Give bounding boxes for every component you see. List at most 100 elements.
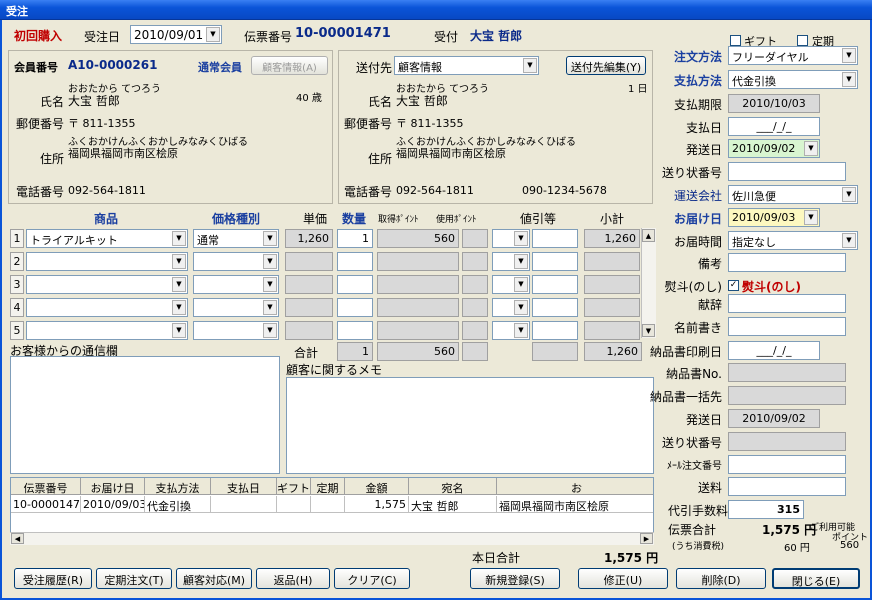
history-cell[interactable] (211, 496, 277, 513)
price-type-select[interactable]: ▼ (193, 252, 279, 271)
chevron-down-icon[interactable]: ▼ (263, 277, 277, 292)
edit-button[interactable]: 修正(U) (578, 568, 668, 589)
new-register-button[interactable]: 新規登録(S) (470, 568, 560, 589)
regular-order-button[interactable]: 定期注文(T) (96, 568, 172, 589)
chevron-down-icon[interactable]: ▼ (172, 277, 186, 292)
chevron-down-icon[interactable]: ▼ (842, 48, 856, 63)
discount-type-select[interactable]: ▼ (492, 298, 530, 317)
discount-field[interactable] (532, 275, 578, 294)
customer-info-button[interactable]: 顧客情報(A) (251, 56, 328, 75)
history-col-header[interactable]: 宛名 (409, 478, 497, 495)
payment-method-field[interactable]: 代金引換 ▼ (728, 70, 858, 89)
carrier-field[interactable]: 佐川急便 ▼ (728, 185, 858, 204)
chevron-down-icon[interactable]: ▼ (172, 231, 186, 246)
history-cell[interactable] (277, 496, 311, 513)
product-select[interactable]: ▼ (26, 321, 188, 340)
discount-type-select[interactable]: ▼ (492, 229, 530, 248)
customer-message-textarea[interactable] (10, 356, 280, 474)
qty-field[interactable] (337, 275, 373, 294)
order-method-field[interactable]: フリーダイヤル ▼ (728, 46, 858, 65)
items-scrollbar[interactable] (641, 228, 656, 338)
history-cell[interactable] (311, 496, 345, 513)
chevron-down-icon[interactable]: ▼ (842, 72, 856, 87)
history-col-header[interactable]: ギフト (277, 478, 311, 495)
clear-button[interactable]: クリア(C) (334, 568, 410, 589)
product-select[interactable]: トライアルキット ▼ (26, 229, 188, 248)
chevron-down-icon[interactable]: ▼ (514, 300, 528, 315)
discount-field[interactable] (532, 298, 578, 317)
ship-edit-button[interactable]: 送付先編集(Y) (566, 56, 646, 75)
chevron-down-icon[interactable]: ▼ (514, 254, 528, 269)
ship-date-field[interactable]: 2010/09/02 ▼ (728, 139, 820, 158)
cod-fee-field[interactable]: 315 (728, 500, 804, 519)
discount-type-select[interactable]: ▼ (492, 321, 530, 340)
gift-checkbox[interactable] (730, 35, 741, 46)
chevron-down-icon[interactable]: ▼ (263, 231, 277, 246)
customer-support-button[interactable]: 顧客対応(M) (176, 568, 252, 589)
customer-memo-textarea[interactable] (286, 377, 654, 474)
order-date-field[interactable]: 2010/09/01 ▼ (130, 25, 222, 44)
gift-words-field[interactable] (728, 294, 846, 313)
chevron-down-icon[interactable]: ▼ (804, 210, 818, 225)
price-type-select[interactable]: 通常 ▼ (193, 229, 279, 248)
discount-field[interactable] (532, 252, 578, 271)
chevron-down-icon[interactable]: ▼ (514, 231, 528, 246)
chevron-down-icon[interactable]: ▼ (263, 323, 277, 338)
noshi-checkbox[interactable]: ✓ (728, 280, 739, 291)
chevron-down-icon[interactable]: ▼ (514, 277, 528, 292)
history-cell[interactable]: 10-00001471 (11, 496, 81, 513)
history-col-header[interactable]: 伝票番号 (11, 478, 81, 495)
history-col-header[interactable]: 支払方法 (145, 478, 211, 495)
product-select[interactable]: ▼ (26, 275, 188, 294)
chevron-down-icon[interactable]: ▼ (206, 27, 220, 42)
price-type-select[interactable]: ▼ (193, 275, 279, 294)
close-button[interactable]: 閉じる(E) (772, 568, 860, 589)
invoice-print-field[interactable]: ___/_/_ (728, 341, 820, 360)
tracking-field[interactable] (728, 162, 846, 181)
qty-field[interactable] (337, 321, 373, 340)
history-hscrollbar[interactable] (10, 532, 654, 545)
history-col-header[interactable]: 金額 (345, 478, 409, 495)
return-button[interactable]: 返品(H) (256, 568, 330, 589)
chevron-down-icon[interactable]: ▼ (514, 323, 528, 338)
history-col-header[interactable]: お (497, 478, 653, 495)
qty-field[interactable] (337, 252, 373, 271)
ship-dest-select[interactable]: 顧客情報 ▼ (394, 56, 539, 75)
chevron-down-icon[interactable]: ▼ (523, 58, 537, 73)
scroll-up-icon[interactable]: ▲ (642, 229, 655, 242)
history-col-header[interactable]: 支払日 (211, 478, 277, 495)
regular-checkbox[interactable] (797, 35, 808, 46)
name-writing-field[interactable] (728, 317, 846, 336)
chevron-down-icon[interactable]: ▼ (804, 141, 818, 156)
delete-button[interactable]: 削除(D) (676, 568, 766, 589)
history-col-header[interactable]: お届け日 (81, 478, 145, 495)
payment-date-field[interactable]: ___/_/_ (728, 117, 820, 136)
scroll-right-icon[interactable]: ▶ (640, 533, 653, 544)
discount-field[interactable] (532, 229, 578, 248)
history-cell[interactable]: 代金引換 (145, 496, 211, 513)
delivery-time-field[interactable]: 指定なし ▼ (728, 231, 858, 250)
remarks-field[interactable] (728, 253, 846, 272)
chevron-down-icon[interactable]: ▼ (172, 300, 186, 315)
discount-type-select[interactable]: ▼ (492, 252, 530, 271)
delivery-date-field[interactable]: 2010/09/03 ▼ (728, 208, 820, 227)
history-cell[interactable]: 2010/09/03 (81, 496, 145, 513)
chevron-down-icon[interactable]: ▼ (263, 300, 277, 315)
chevron-down-icon[interactable]: ▼ (172, 254, 186, 269)
price-type-select[interactable]: ▼ (193, 298, 279, 317)
chevron-down-icon[interactable]: ▼ (172, 323, 186, 338)
scroll-down-icon[interactable]: ▼ (642, 324, 655, 337)
chevron-down-icon[interactable]: ▼ (263, 254, 277, 269)
history-cell[interactable]: 福岡県福岡市南区桧原 (497, 496, 653, 513)
chevron-down-icon[interactable]: ▼ (842, 233, 856, 248)
qty-field[interactable] (337, 298, 373, 317)
scroll-left-icon[interactable]: ◀ (11, 533, 24, 544)
mail-order-field[interactable] (728, 455, 846, 474)
history-col-header[interactable]: 定期 (311, 478, 345, 495)
discount-field[interactable] (532, 321, 578, 340)
history-cell[interactable]: 1,575 (345, 496, 409, 513)
shipping-fee-field[interactable] (728, 477, 846, 496)
product-select[interactable]: ▼ (26, 252, 188, 271)
order-history-button[interactable]: 受注履歴(R) (14, 568, 92, 589)
qty-field[interactable]: 1 (337, 229, 373, 248)
